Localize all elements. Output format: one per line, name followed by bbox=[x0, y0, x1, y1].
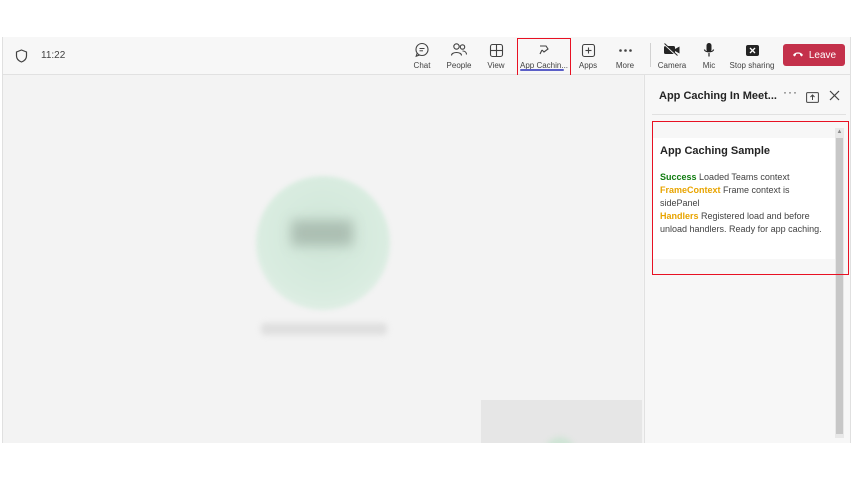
people-label: People bbox=[446, 61, 472, 70]
mic-label: Mic bbox=[702, 61, 716, 70]
stop-sharing-button[interactable]: Stop sharing bbox=[729, 39, 775, 73]
meeting-stage bbox=[3, 75, 643, 443]
top-margin bbox=[0, 0, 853, 37]
stop-sharing-label: Stop sharing bbox=[729, 61, 775, 70]
apps-label: Apps bbox=[578, 61, 598, 70]
mic-icon bbox=[700, 41, 718, 59]
people-button[interactable]: People bbox=[445, 39, 473, 73]
scrollbar-thumb[interactable] bbox=[836, 138, 843, 434]
app-side-panel: App Caching In Meet... ··· App Caching S… bbox=[644, 75, 850, 443]
mic-button[interactable]: Mic bbox=[700, 39, 718, 73]
view-button[interactable]: View bbox=[485, 39, 507, 73]
shield-icon[interactable] bbox=[15, 49, 28, 63]
status-key: Success bbox=[660, 172, 697, 182]
frame-context-key: FrameContext bbox=[660, 185, 721, 195]
apps-icon bbox=[579, 41, 597, 59]
chat-icon bbox=[413, 41, 431, 59]
handlers-line: Handlers Registered load and before unlo… bbox=[660, 210, 829, 236]
people-icon bbox=[450, 41, 468, 59]
participant-initials-blurred bbox=[291, 220, 353, 246]
participant-name-blurred bbox=[261, 323, 387, 335]
bottom-margin bbox=[0, 443, 853, 480]
app-content: App Caching Sample Success Loaded Teams … bbox=[652, 138, 836, 259]
panel-scrollbar[interactable]: ▲ bbox=[835, 128, 844, 438]
camera-off-icon bbox=[663, 41, 681, 59]
side-panel-title: App Caching In Meet... bbox=[659, 90, 777, 102]
view-icon bbox=[487, 41, 505, 59]
phone-icon bbox=[792, 50, 804, 61]
chat-button[interactable]: Chat bbox=[411, 39, 433, 73]
status-line: Success Loaded Teams context bbox=[660, 171, 829, 184]
apps-button[interactable]: Apps bbox=[577, 39, 599, 73]
view-label: View bbox=[487, 61, 505, 70]
panel-divider bbox=[652, 114, 846, 115]
share-icon bbox=[743, 41, 761, 59]
handlers-key: Handlers bbox=[660, 211, 699, 221]
content-heading: App Caching Sample bbox=[660, 145, 771, 157]
status-text: Loaded Teams context bbox=[699, 172, 790, 182]
leave-button[interactable]: Leave bbox=[783, 44, 845, 66]
toolbar-separator bbox=[650, 43, 651, 67]
leave-label: Leave bbox=[808, 49, 837, 61]
teams-meeting-window: 11:22 Chat People View App Cachin... App… bbox=[2, 37, 851, 443]
close-icon[interactable] bbox=[829, 88, 840, 101]
meeting-timer: 11:22 bbox=[41, 50, 66, 61]
scroll-up-icon[interactable]: ▲ bbox=[835, 128, 844, 137]
panel-more-icon[interactable]: ··· bbox=[783, 85, 798, 99]
popout-icon[interactable] bbox=[806, 90, 819, 103]
more-label: More bbox=[615, 61, 635, 70]
chat-label: Chat bbox=[413, 61, 431, 70]
camera-button[interactable]: Camera bbox=[658, 39, 686, 73]
camera-label: Camera bbox=[657, 61, 687, 70]
frame-context-line: FrameContext Frame context is sidePanel bbox=[660, 184, 829, 210]
app-caching-highlight bbox=[517, 38, 571, 79]
more-button[interactable]: More bbox=[614, 39, 636, 73]
meeting-toolbar: 11:22 Chat People View App Cachin... App… bbox=[3, 37, 850, 79]
more-icon bbox=[616, 41, 634, 59]
